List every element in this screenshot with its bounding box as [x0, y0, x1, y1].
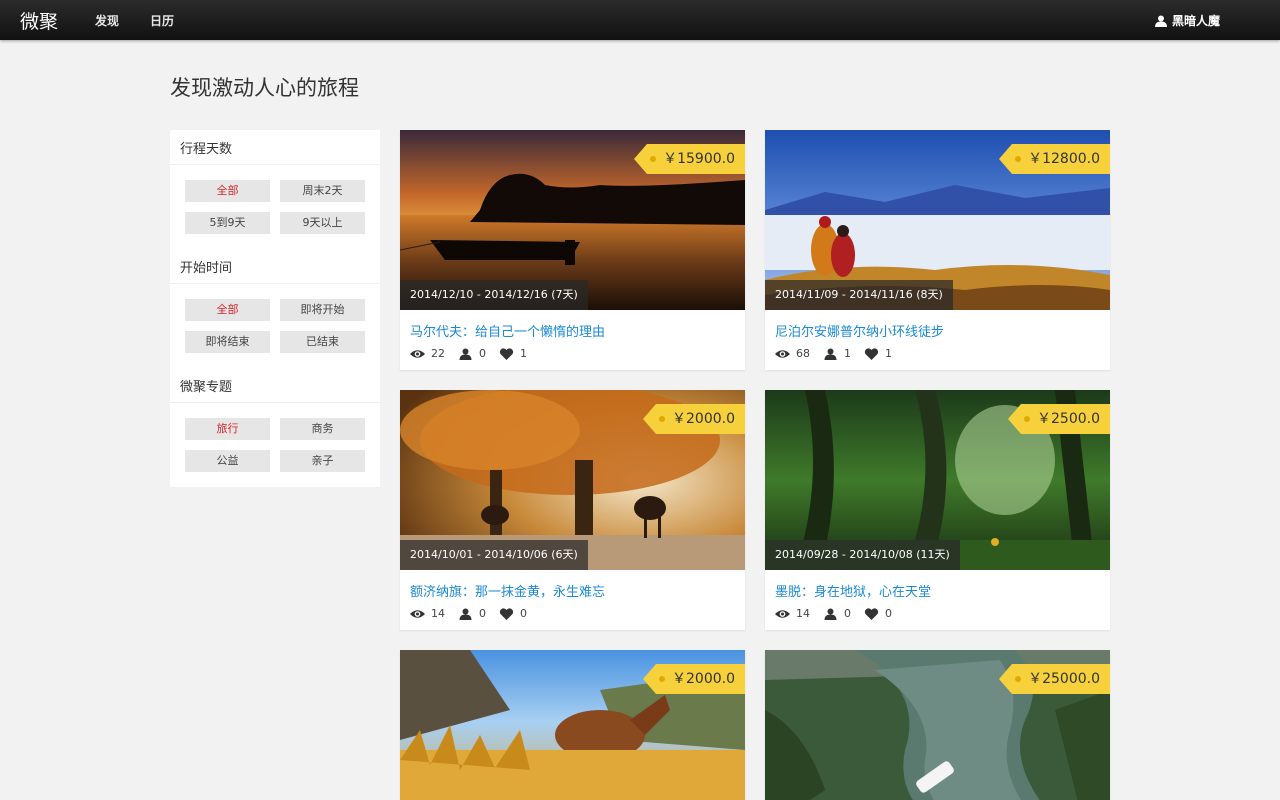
view-count: 14: [796, 607, 810, 620]
divider: [170, 164, 380, 165]
eye-icon: [775, 349, 790, 358]
filter-sidebar: 行程天数 全部 周末2天 5到9天 9天以上 开始时间 全部 即将开始 即将结束…: [170, 130, 380, 487]
user-icon: [459, 608, 472, 620]
price-tag: ￥2000.0: [643, 404, 745, 434]
trip-title[interactable]: 额济纳旗：那一抹金黄，永生难忘: [410, 581, 605, 600]
trip-stats: 14 0 0: [775, 607, 905, 620]
eye-icon: [410, 349, 425, 358]
tag-hole: [1015, 156, 1022, 162]
price-tag: ￥2000.0: [643, 664, 745, 694]
trip-card[interactable]: ￥2500.0 2014/09/28 - 2014/10/08 (11天) 墨脱…: [765, 390, 1110, 630]
price-tag: ￥25000.0: [999, 664, 1110, 694]
nav-discover[interactable]: 发现: [95, 12, 119, 29]
filter-topic-charity[interactable]: 公益: [185, 450, 270, 472]
price-value: ￥2000.0: [672, 671, 735, 687]
filter-title-topic: 微聚专题: [180, 380, 233, 395]
heart-icon: [499, 347, 514, 360]
trip-card[interactable]: ￥12800.0 2014/11/09 - 2014/11/16 (8天) 尼泊…: [765, 130, 1110, 370]
trip-dates: 2014/11/09 - 2014/11/16 (8天): [765, 280, 953, 310]
trip-stats: 14 0 0: [410, 607, 540, 620]
trip-title[interactable]: 尼泊尔安娜普尔纳小环线徒步: [775, 321, 944, 340]
divider: [170, 283, 380, 284]
filter-start-all[interactable]: 全部: [185, 299, 270, 321]
tag-hole: [1024, 416, 1030, 422]
eye-icon: [775, 609, 790, 618]
brand-logo[interactable]: 微聚: [20, 7, 58, 34]
divider: [170, 402, 380, 403]
view-count: 22: [431, 347, 445, 360]
participant-count: 0: [479, 607, 486, 620]
participant-count: 0: [479, 347, 486, 360]
filter-days-all[interactable]: 全部: [185, 180, 270, 202]
price-tag: ￥12800.0: [999, 144, 1110, 174]
user-name: 黑暗人魔: [1171, 14, 1220, 28]
user-icon: [824, 608, 837, 620]
like-count: 0: [885, 607, 892, 620]
user-icon: [824, 348, 837, 360]
filter-start-upcoming[interactable]: 即将开始: [280, 299, 365, 321]
trip-stats: 68 1 1: [775, 347, 905, 360]
user-menu[interactable]: 黑暗人魔: [1154, 12, 1220, 29]
price-value: ￥2500.0: [1037, 411, 1100, 427]
heart-icon: [499, 607, 514, 620]
participant-count: 0: [844, 607, 851, 620]
trip-card[interactable]: ￥2000.0 2014/10/01 - 2014/10/06 (6天) 额济纳…: [400, 390, 745, 630]
heart-icon: [864, 347, 879, 360]
tag-hole: [650, 156, 657, 162]
user-icon: [459, 348, 472, 360]
tag-hole: [659, 676, 665, 682]
heart-icon: [864, 607, 879, 620]
trip-dates: 2014/12/10 - 2014/12/16 (7天): [400, 280, 588, 310]
filter-topic-travel[interactable]: 旅行: [185, 418, 270, 440]
price-value: ￥15900.0: [663, 151, 735, 167]
filter-start-ending[interactable]: 即将结束: [185, 331, 270, 353]
trip-stats: 22 0 1: [410, 347, 540, 360]
trip-card[interactable]: ￥15900.0 2014/12/10 - 2014/12/16 (7天) 马尔…: [400, 130, 745, 370]
page-title: 发现激动人心的旅程: [170, 76, 359, 100]
trip-dates: 2014/10/01 - 2014/10/06 (6天): [400, 540, 588, 570]
trip-dates: 2014/09/28 - 2014/10/08 (11天): [765, 540, 960, 570]
like-count: 0: [520, 607, 527, 620]
nav-calendar[interactable]: 日历: [150, 12, 174, 29]
tag-hole: [1015, 676, 1022, 682]
view-count: 14: [431, 607, 445, 620]
trip-card[interactable]: ￥2000.0: [400, 650, 745, 800]
price-value: ￥25000.0: [1028, 671, 1100, 687]
filter-days-weekend[interactable]: 周末2天: [280, 180, 365, 202]
tag-hole: [659, 416, 665, 422]
price-tag: ￥2500.0: [1008, 404, 1110, 434]
participant-count: 1: [844, 347, 851, 360]
trip-title[interactable]: 马尔代夫：给自己一个懒惰的理由: [410, 321, 605, 340]
top-navbar: 微聚 发现 日历 黑暗人魔: [0, 0, 1280, 40]
filter-days-9plus[interactable]: 9天以上: [280, 212, 365, 234]
like-count: 1: [885, 347, 892, 360]
price-value: ￥12800.0: [1028, 151, 1100, 167]
filter-days-5to9[interactable]: 5到9天: [185, 212, 270, 234]
filter-topic-business[interactable]: 商务: [280, 418, 365, 440]
filter-title-start: 开始时间: [180, 261, 233, 276]
trip-title[interactable]: 墨脱：身在地狱，心在天堂: [775, 581, 931, 600]
view-count: 68: [796, 347, 810, 360]
price-value: ￥2000.0: [672, 411, 735, 427]
like-count: 1: [520, 347, 527, 360]
filter-title-days: 行程天数: [180, 142, 233, 157]
filter-topic-family[interactable]: 亲子: [280, 450, 365, 472]
user-icon: [1154, 15, 1167, 27]
filter-start-ended[interactable]: 已结束: [280, 331, 365, 353]
trip-card[interactable]: ￥25000.0: [765, 650, 1110, 800]
price-tag: ￥15900.0: [634, 144, 745, 174]
eye-icon: [410, 609, 425, 618]
